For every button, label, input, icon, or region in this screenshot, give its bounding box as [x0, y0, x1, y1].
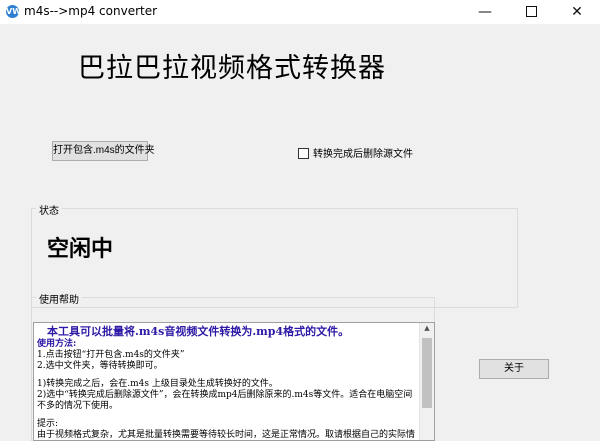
app-icon: VW: [6, 5, 22, 18]
help-tips-line: 由于视频格式复杂，尤其是批量转换需要等待较长时间，这是正常情况。取请根据自己的实…: [37, 430, 416, 440]
client-area: 巴拉巴拉视频格式转换器 打开包含.m4s的文件夹 转换完成后删除源文件 状态 空…: [0, 24, 600, 441]
about-button[interactable]: 关于: [479, 359, 549, 379]
delete-source-label: 转换完成后删除源文件: [313, 149, 413, 160]
maximize-button[interactable]: [508, 0, 554, 24]
status-text: 空闲中: [47, 236, 114, 262]
delete-source-option[interactable]: 转换完成后删除源文件: [298, 145, 413, 160]
help-intro: 本工具可以批量将.m4s音视频文件转换为.mp4格式的文件。: [47, 325, 350, 338]
status-group: 状态 空闲中: [31, 202, 518, 308]
scroll-up-arrow-icon[interactable]: ▲: [420, 324, 434, 336]
help-scrollbar[interactable]: ▲: [419, 323, 434, 440]
scroll-thumb[interactable]: [422, 338, 432, 408]
close-button[interactable]: ✕: [554, 0, 600, 24]
title-bar: VW m4s-->mp4 converter — ✕: [0, 0, 600, 24]
delete-source-checkbox[interactable]: [298, 147, 309, 159]
page-title: 巴拉巴拉视频格式转换器: [78, 53, 386, 84]
status-legend: 状态: [36, 202, 62, 217]
window-title: m4s-->mp4 converter: [24, 4, 158, 18]
help-tips-title: 提示:: [37, 419, 59, 429]
help-note-line-1: 1)转换完成之后，会在.m4s 上级目录处生成转换好的文件。: [37, 379, 278, 389]
help-usage-title: 使用方法:: [37, 339, 77, 349]
open-folder-button[interactable]: 打开包含.m4s的文件夹: [52, 141, 155, 161]
help-usage-line-2: 2.选中文件夹，等待转换即可。: [37, 361, 163, 371]
minimize-button[interactable]: —: [462, 0, 508, 24]
help-textbox[interactable]: 本工具可以批量将.m4s音视频文件转换为.mp4格式的文件。 使用方法: 1.点…: [33, 322, 435, 441]
maximize-icon: [525, 5, 537, 17]
help-note-line-2: 2)选中“转换完成后删除源文件”，会在转换成mp4后删除原来的.m4s等文件。适…: [37, 390, 413, 411]
help-legend: 使用帮助: [36, 291, 82, 306]
help-content: 本工具可以批量将.m4s音视频文件转换为.mp4格式的文件。 使用方法: 1.点…: [37, 325, 417, 440]
help-usage-line-1: 1.点击按钮“打开包含.m4s的文件夹”: [37, 350, 185, 360]
